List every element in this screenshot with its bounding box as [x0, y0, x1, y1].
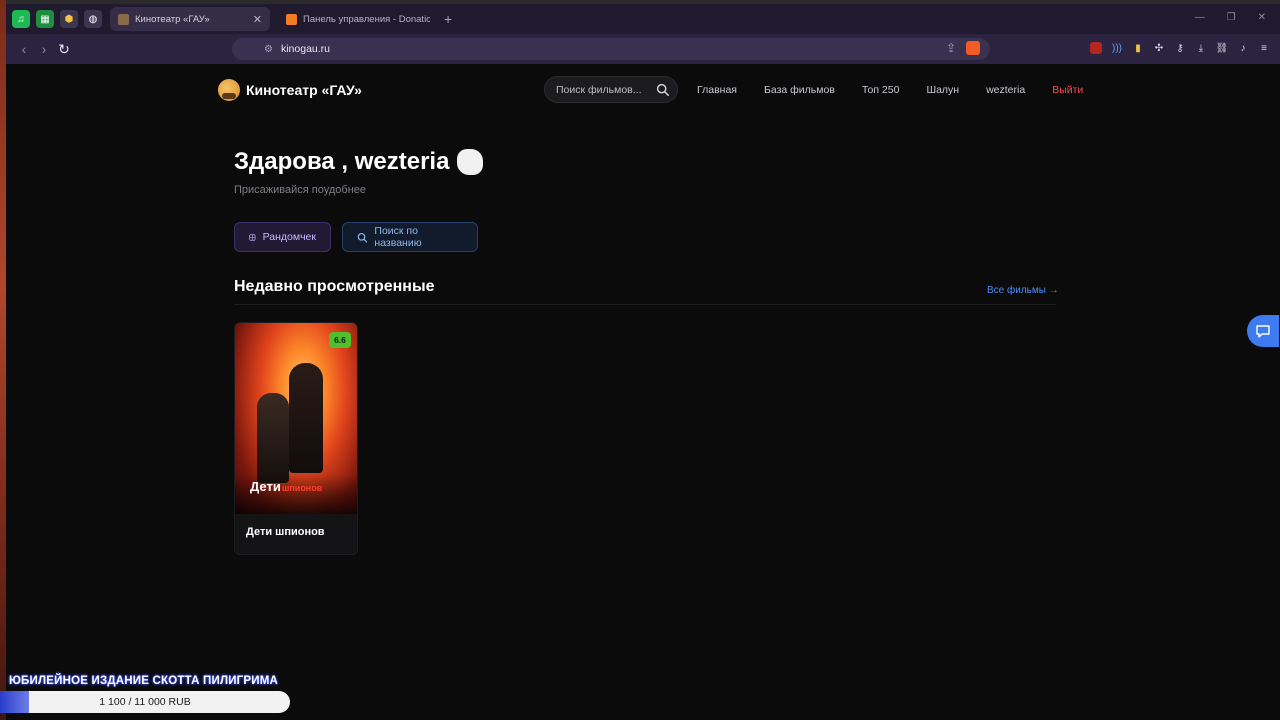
url-text: kinogau.ru: [280, 43, 331, 55]
close-window-icon[interactable]: ✕: [1258, 12, 1266, 23]
download-icon[interactable]: ⤓: [1195, 42, 1207, 54]
donationalerts-favicon-icon: [286, 13, 297, 25]
random-button-label: Рандомчек: [262, 231, 316, 243]
link-icon[interactable]: ⛓: [1216, 42, 1229, 54]
search-by-name-button[interactable]: Поиск по названию: [342, 222, 478, 252]
puzzle-icon[interactable]: ✣: [1153, 42, 1165, 54]
nav-user[interactable]: wezteria: [986, 84, 1025, 96]
chat-icon: [1256, 325, 1270, 338]
site-header: Кинотеатр «ГАУ» Главная База фильмов Топ…: [218, 76, 1083, 106]
donation-goal-widget: ЮБИЛЕЙНОЕ ИЗДАНИЕ СКОТТА ПИЛИГРИМА 1 100…: [0, 670, 300, 720]
key-icon[interactable]: ⚷: [1174, 42, 1186, 54]
audio-icon[interactable]: ))): [1111, 42, 1123, 54]
browser-window: ♫ ▦ ⬢ ◍ Кинотеатр «ГАУ» ✕ Панель управле…: [6, 4, 1280, 720]
ublock-icon[interactable]: [1090, 42, 1102, 54]
reload-icon[interactable]: ↻: [54, 41, 74, 58]
site-logo[interactable]: Кинотеатр «ГАУ»: [218, 79, 362, 101]
grid-icon: [249, 233, 256, 241]
address-bar: ‹ › ↻ 🔖︎ ⚙ kinogau.ru ⇪ ))) ▮ ✣ ⚷ ⤓ ⛓ ♪ …: [6, 34, 1280, 64]
wallet-icon[interactable]: ▮: [1132, 42, 1144, 54]
brave-shields-icon[interactable]: [966, 41, 980, 55]
pinned-tabs: ♫ ▦ ⬢ ◍: [6, 10, 102, 28]
search-box[interactable]: [544, 76, 678, 103]
movie-card[interactable]: Дети шпионов 6.6 Дети шпионов: [234, 322, 358, 555]
poster-title-word: Дети: [250, 479, 281, 494]
search-icon[interactable]: [656, 83, 669, 96]
logo-text: Кинотеатр «ГАУ»: [246, 82, 362, 98]
rating-badge: 6.6: [329, 332, 351, 348]
chat-button[interactable]: [1247, 315, 1279, 347]
page-title: Здарова , wezteria: [234, 148, 484, 176]
donation-progress-bar: 1 100 / 11 000 RUB: [0, 691, 290, 713]
nav-database[interactable]: База фильмов: [764, 84, 835, 96]
tab-title: Панель управления - DonationAlerts: [303, 13, 430, 25]
globe-icon[interactable]: ◍: [84, 10, 102, 28]
extensions-row: ))) ▮ ✣ ⚷ ⤓ ⛓ ♪ ≡: [1090, 42, 1270, 54]
poster-figure: [257, 393, 289, 483]
all-movies-link[interactable]: Все фильмы →: [987, 285, 1059, 296]
window-controls: — ❐ ✕: [1195, 12, 1266, 23]
url-field[interactable]: ⚙ kinogau.ru ⇪: [232, 38, 990, 60]
nav-top-250[interactable]: Топ 250: [862, 84, 900, 96]
forward-icon[interactable]: ›: [34, 41, 54, 57]
donation-goal-title: ЮБИЛЕЙНОЕ ИЗДАНИЕ СКОТТА ПИЛИГРИМА: [9, 675, 279, 687]
nav-home[interactable]: Главная: [697, 84, 737, 96]
new-tab-button[interactable]: +: [444, 11, 452, 27]
spotify-icon[interactable]: ♫: [12, 10, 30, 28]
tab-kinogau[interactable]: Кинотеатр «ГАУ» ✕: [110, 7, 270, 31]
minimize-icon[interactable]: —: [1195, 12, 1205, 23]
poster-title: Дети шпионов: [250, 479, 322, 494]
wave-hand-icon: [457, 149, 484, 175]
shield-icon[interactable]: ⬢: [60, 10, 78, 28]
menu-icon[interactable]: ≡: [1258, 42, 1270, 54]
nav-logout[interactable]: Выйти: [1052, 84, 1083, 96]
nav-prank[interactable]: Шалун: [926, 84, 959, 96]
restore-icon[interactable]: ❐: [1227, 12, 1236, 23]
tab-bar: ♫ ▦ ⬢ ◍ Кинотеатр «ГАУ» ✕ Панель управле…: [6, 4, 1280, 34]
main-nav: Главная База фильмов Топ 250 Шалун wezte…: [697, 84, 1083, 96]
page-content: Кинотеатр «ГАУ» Главная База фильмов Топ…: [6, 64, 1280, 720]
sheets-icon[interactable]: ▦: [36, 10, 54, 28]
tab-donationalerts[interactable]: Панель управления - DonationAlerts: [278, 7, 438, 31]
logo-icon: [218, 79, 240, 101]
site-settings-icon[interactable]: ⚙: [264, 44, 273, 55]
movie-poster: Дети шпионов 6.6: [235, 323, 357, 514]
donation-progress-text: 1 100 / 11 000 RUB: [99, 696, 191, 708]
greeting-text: Здарова , wezteria: [234, 148, 450, 175]
poster-title-word: шпионов: [281, 483, 323, 493]
close-tab-icon[interactable]: ✕: [253, 13, 262, 26]
search-input[interactable]: [556, 83, 652, 96]
tab-title: Кинотеатр «ГАУ»: [135, 13, 210, 25]
movie-title: Дети шпионов: [246, 526, 325, 538]
cinema-favicon-icon: [118, 13, 129, 25]
page-subtitle: Присаживайся поудобнее: [234, 184, 367, 196]
search-icon: [357, 232, 368, 243]
recent-section-title: Недавно просмотренные: [234, 278, 435, 295]
search-by-name-label: Поиск по названию: [374, 225, 422, 249]
url-actions: ⇪: [946, 41, 980, 55]
share-icon[interactable]: ⇪: [946, 41, 956, 55]
section-divider: [234, 304, 1056, 305]
random-button[interactable]: Рандомчек: [234, 222, 331, 252]
back-icon[interactable]: ‹: [14, 41, 34, 57]
music-icon[interactable]: ♪: [1237, 42, 1249, 54]
poster-figure: [289, 363, 323, 473]
